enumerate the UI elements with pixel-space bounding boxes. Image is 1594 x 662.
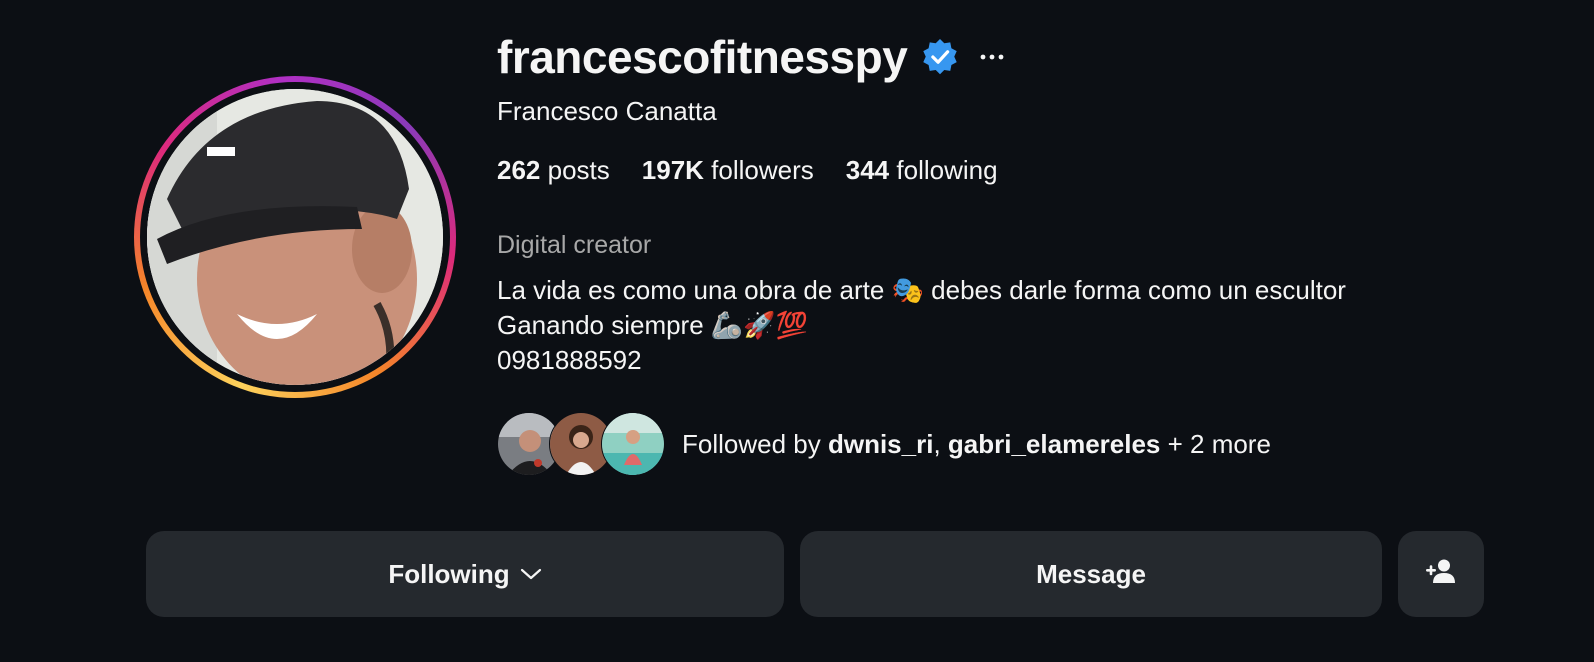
mutual-avatar: [601, 412, 665, 476]
following-button-label: Following: [388, 558, 510, 589]
profile-bio: La vida es como una obra de arte 🎭 debes…: [497, 273, 1346, 378]
full-name: Francesco Canatta: [497, 96, 717, 126]
message-button[interactable]: Message: [800, 531, 1382, 617]
username: francescofitnesspy: [497, 31, 908, 83]
bio-line: Ganando siempre 🦾🚀💯: [497, 310, 809, 340]
followed-by-text: Followed by dwnis_ri, gabri_elamereles +…: [682, 428, 1271, 459]
bio-phone: 0981888592: [497, 345, 642, 375]
verified-badge-icon: [921, 38, 959, 76]
mutual-username[interactable]: gabri_elamereles: [948, 429, 1160, 459]
chevron-down-icon: [520, 567, 542, 581]
profile-header: francescofitnesspy Francesco Canatta 262…: [0, 0, 1594, 662]
more-options-icon[interactable]: [979, 44, 1005, 70]
followed-by[interactable]: Followed by dwnis_ri, gabri_elamereles +…: [497, 412, 1271, 476]
suggest-accounts-button[interactable]: [1398, 531, 1484, 617]
profile-avatar: [147, 89, 443, 385]
mutual-avatars: [497, 412, 667, 476]
profile-avatar-story-ring[interactable]: [134, 76, 456, 398]
bio-line: La vida es como una obra de arte 🎭 debes…: [497, 275, 1346, 305]
message-button-label: Message: [1036, 558, 1146, 589]
profile-category: Digital creator: [497, 231, 652, 259]
posts-count[interactable]: 262 posts: [497, 155, 610, 186]
followers-count[interactable]: 197K followers: [642, 155, 814, 186]
mutual-username[interactable]: dwnis_ri: [828, 429, 933, 459]
following-button[interactable]: Following: [146, 531, 784, 617]
following-count[interactable]: 344 following: [846, 155, 998, 186]
profile-stats: 262 posts 197K followers 344 following: [497, 155, 1030, 186]
username-row: francescofitnesspy: [497, 30, 1005, 84]
add-person-icon: [1425, 558, 1457, 591]
